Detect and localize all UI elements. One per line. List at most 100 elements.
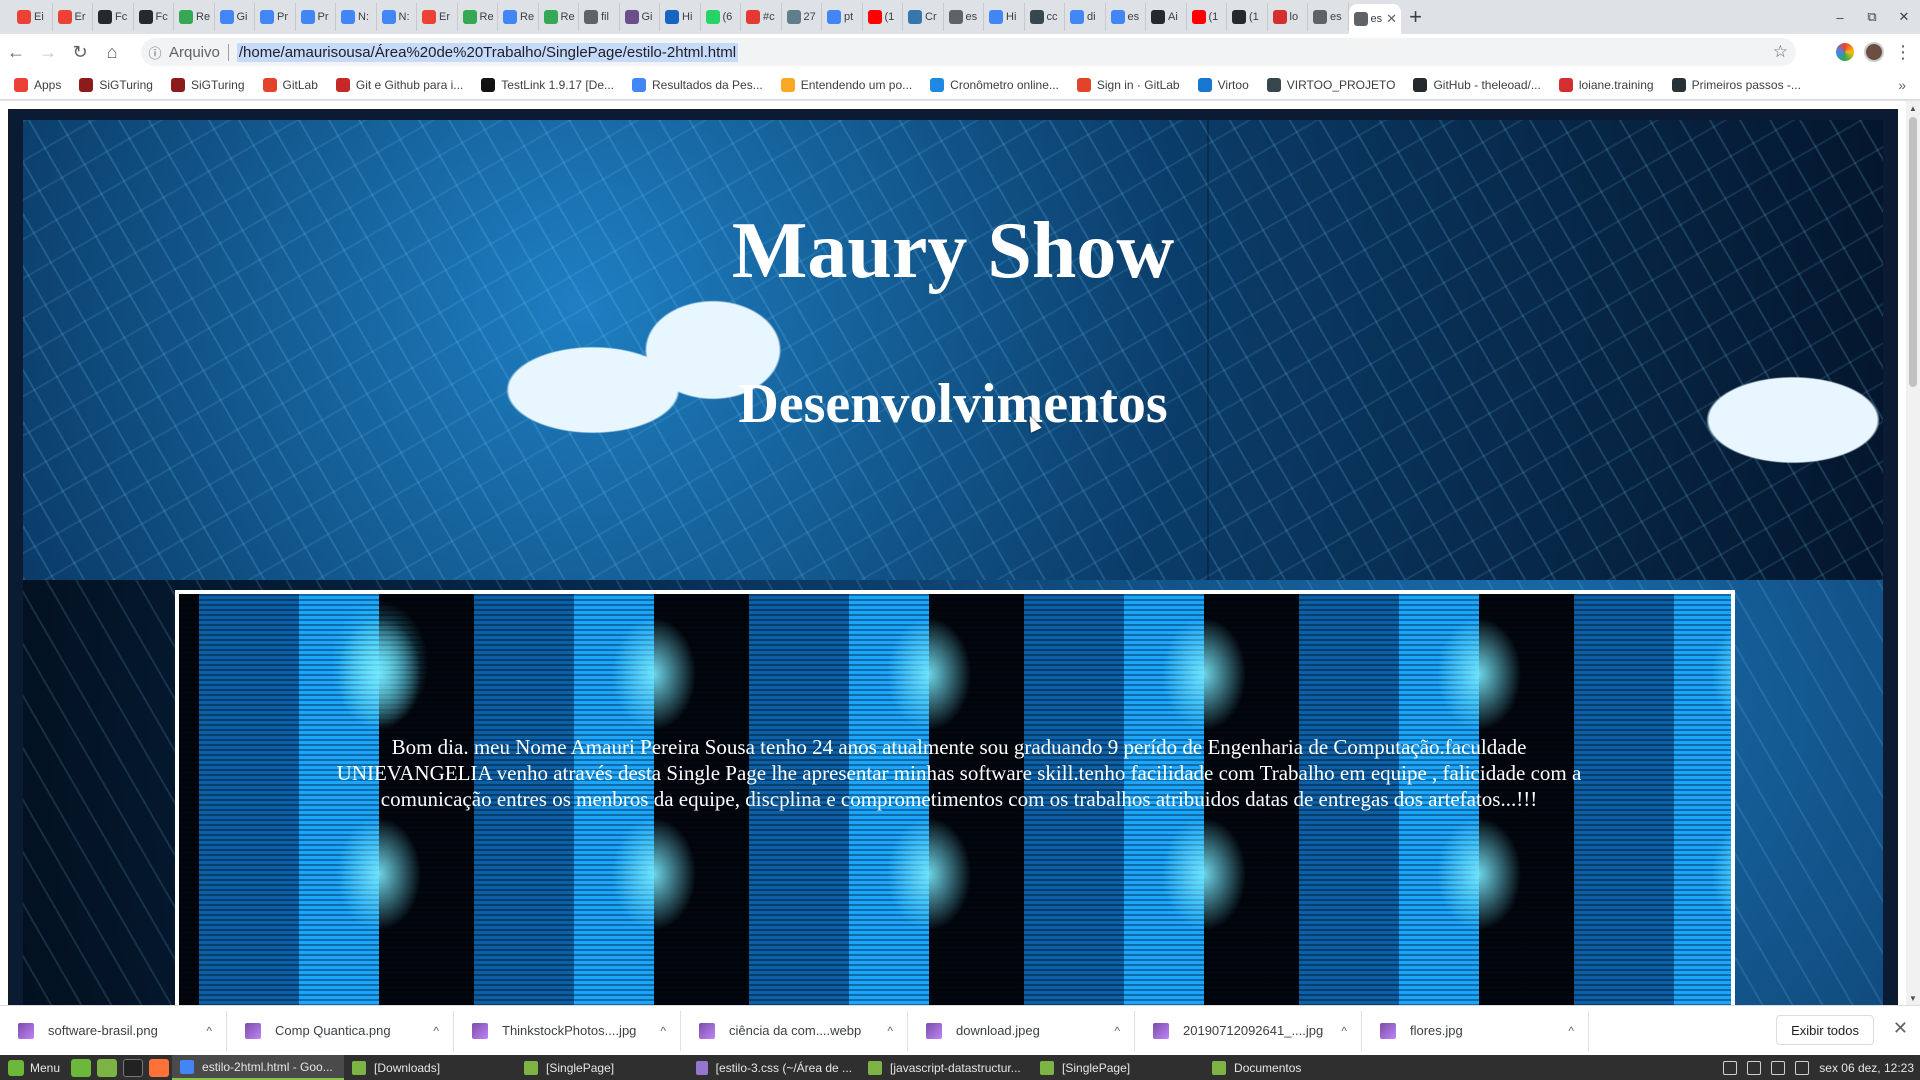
extension-icon[interactable] bbox=[1836, 43, 1854, 61]
forward-button[interactable]: → bbox=[32, 36, 64, 68]
download-item[interactable]: software-brasil.png ^ bbox=[0, 1010, 227, 1051]
browser-tab[interactable]: lo bbox=[1268, 3, 1308, 31]
browser-tab[interactable]: Fc bbox=[93, 3, 134, 31]
chevron-up-icon[interactable]: ^ bbox=[433, 1024, 439, 1038]
close-tab-icon[interactable]: ✕ bbox=[1386, 11, 1397, 27]
home-button[interactable]: ⌂ bbox=[96, 36, 128, 68]
browser-tab[interactable]: Pr bbox=[296, 3, 336, 31]
bookmark-item[interactable]: Sign in · GitLab bbox=[1076, 77, 1180, 92]
reload-button[interactable]: ↻ bbox=[64, 36, 96, 68]
download-item[interactable]: Comp Quantica.png ^ bbox=[227, 1010, 454, 1051]
download-item[interactable]: download.jpeg ^ bbox=[908, 1010, 1135, 1051]
browser-tab[interactable]: pt bbox=[822, 3, 863, 31]
chevron-up-icon[interactable]: ^ bbox=[1341, 1024, 1347, 1038]
chevron-up-icon[interactable]: ^ bbox=[660, 1024, 666, 1038]
bookmarks-overflow-icon[interactable]: » bbox=[1898, 77, 1906, 93]
browser-tab[interactable]: es bbox=[1308, 3, 1349, 31]
restore-button[interactable]: ⧉ bbox=[1856, 0, 1888, 34]
minimize-button[interactable]: – bbox=[1824, 0, 1856, 34]
bookmark-item[interactable]: Git e Github para i... bbox=[335, 77, 463, 92]
bookmark-item[interactable]: SiGTuring bbox=[79, 77, 153, 92]
browser-tab[interactable]: es bbox=[944, 3, 984, 31]
bookmark-item[interactable]: Entendendo um po... bbox=[780, 77, 912, 92]
browser-tab[interactable]: Gi bbox=[620, 3, 660, 31]
back-button[interactable]: ← bbox=[0, 36, 32, 68]
browser-tab[interactable]: Re bbox=[174, 3, 215, 31]
address-url[interactable]: /home/amaurisousa/Área%20de%20Trabalho/S… bbox=[236, 42, 739, 62]
scroll-up-icon[interactable]: ▲ bbox=[1906, 101, 1920, 115]
active-browser-tab[interactable]: es ✕ bbox=[1348, 4, 1401, 34]
taskbar-window[interactable]: Documentos bbox=[1204, 1055, 1376, 1080]
browser-tab[interactable]: N: bbox=[377, 3, 417, 31]
taskbar-window[interactable]: [SinglePage] bbox=[1032, 1055, 1204, 1080]
taskbar-window[interactable]: [estilo-3.css (~/Área de ... bbox=[688, 1055, 860, 1080]
browser-tab[interactable]: Hi bbox=[660, 3, 701, 31]
address-bar[interactable]: ⓘ Arquivo /home/amaurisousa/Área%20de%20… bbox=[141, 38, 1796, 66]
browser-tab[interactable]: es bbox=[1106, 3, 1146, 31]
files-launcher-icon[interactable] bbox=[97, 1058, 118, 1077]
browser-tab[interactable]: cc bbox=[1025, 3, 1065, 31]
display-icon[interactable] bbox=[1723, 1060, 1738, 1075]
scrollbar-thumb[interactable] bbox=[1909, 117, 1917, 387]
browser-tab[interactable]: N: bbox=[336, 3, 377, 31]
terminal-launcher-icon[interactable] bbox=[123, 1058, 144, 1077]
kebab-menu-icon[interactable]: ⋮ bbox=[1894, 42, 1912, 63]
bookmark-item[interactable]: Virtoo bbox=[1197, 77, 1249, 92]
browser-tab[interactable]: Ai bbox=[1146, 3, 1187, 31]
bookmark-item[interactable]: loiane.training bbox=[1558, 77, 1654, 92]
browser-tab[interactable]: di bbox=[1065, 3, 1106, 31]
browser-tab[interactable]: Fc bbox=[134, 3, 174, 31]
taskbar-window[interactable]: [SinglePage] bbox=[516, 1055, 688, 1080]
browser-tab[interactable]: Ei bbox=[12, 3, 53, 31]
bookmark-item[interactable]: Cronômetro online... bbox=[930, 77, 1059, 92]
shield-icon[interactable] bbox=[1747, 1060, 1762, 1075]
bookmark-item[interactable]: SiGTuring bbox=[170, 77, 245, 92]
bookmark-item[interactable]: VIRTOO_PROJETO bbox=[1266, 77, 1395, 92]
browser-tab[interactable]: #c bbox=[741, 3, 782, 31]
browser-tab[interactable]: Re bbox=[539, 3, 579, 31]
browser-tab[interactable]: fil bbox=[579, 3, 620, 31]
browser-tab[interactable]: (1 bbox=[1227, 3, 1268, 31]
bookmark-item[interactable]: GitHub - theleoad/... bbox=[1413, 77, 1541, 92]
bookmark-item[interactable]: Primeiros passos -... bbox=[1671, 77, 1801, 92]
page-scrollbar[interactable]: ▲ ▼ bbox=[1906, 101, 1920, 1005]
browser-tab[interactable]: Er bbox=[53, 3, 93, 31]
clock[interactable]: sex 06 dez, 12:23 bbox=[1819, 1061, 1914, 1075]
browser-tab[interactable]: Re bbox=[458, 3, 498, 31]
start-menu-button[interactable]: Menu bbox=[0, 1055, 68, 1080]
info-icon[interactable]: ⓘ bbox=[141, 43, 169, 62]
browser-tab[interactable]: (6 bbox=[701, 3, 741, 31]
bookmark-item[interactable]: Resultados da Pes... bbox=[632, 77, 763, 92]
download-item[interactable]: 20190712092641_....jpg ^ bbox=[1135, 1010, 1362, 1051]
chevron-up-icon[interactable]: ^ bbox=[1568, 1024, 1574, 1038]
browser-tab[interactable]: Pr bbox=[255, 3, 296, 31]
download-item[interactable]: flores.jpg ^ bbox=[1362, 1010, 1589, 1051]
bookmark-item[interactable]: TestLink 1.9.17 [De... bbox=[481, 77, 614, 92]
new-tab-button[interactable]: + bbox=[1401, 0, 1431, 34]
volume-icon[interactable] bbox=[1795, 1060, 1810, 1075]
browser-tab[interactable]: (1 bbox=[863, 3, 903, 31]
taskbar-window[interactable]: [Downloads] bbox=[344, 1055, 516, 1080]
download-item[interactable]: ThinkstockPhotos....jpg ^ bbox=[454, 1010, 681, 1051]
desktop-launcher-icon[interactable] bbox=[71, 1058, 92, 1077]
browser-tab[interactable]: 27 bbox=[782, 3, 822, 31]
show-all-downloads-button[interactable]: Exibir todos bbox=[1776, 1015, 1874, 1045]
firefox-launcher-icon[interactable] bbox=[149, 1058, 170, 1077]
close-downloads-icon[interactable]: ✕ bbox=[1893, 1018, 1908, 1039]
browser-tab[interactable]: Cr bbox=[903, 3, 944, 31]
scroll-down-icon[interactable]: ▼ bbox=[1906, 991, 1920, 1005]
bookmark-item[interactable]: Apps bbox=[14, 77, 61, 92]
taskbar-window[interactable]: estilo-2html.html - Goo... bbox=[172, 1055, 345, 1080]
chevron-up-icon[interactable]: ^ bbox=[887, 1024, 893, 1038]
download-item[interactable]: ciência da com....webp ^ bbox=[681, 1010, 908, 1051]
bookmark-item[interactable]: GitLab bbox=[262, 77, 318, 92]
bookmark-star-icon[interactable]: ☆ bbox=[1773, 42, 1788, 62]
browser-tab[interactable]: Re bbox=[498, 3, 539, 31]
chevron-up-icon[interactable]: ^ bbox=[206, 1024, 212, 1038]
profile-avatar[interactable] bbox=[1864, 42, 1884, 62]
close-window-button[interactable]: ✕ bbox=[1888, 0, 1920, 34]
taskbar-window[interactable]: [javascript-datastructur... bbox=[860, 1055, 1032, 1080]
browser-tab[interactable]: Hi bbox=[984, 3, 1025, 31]
network-icon[interactable] bbox=[1771, 1060, 1786, 1075]
browser-tab[interactable]: Er bbox=[417, 3, 458, 31]
